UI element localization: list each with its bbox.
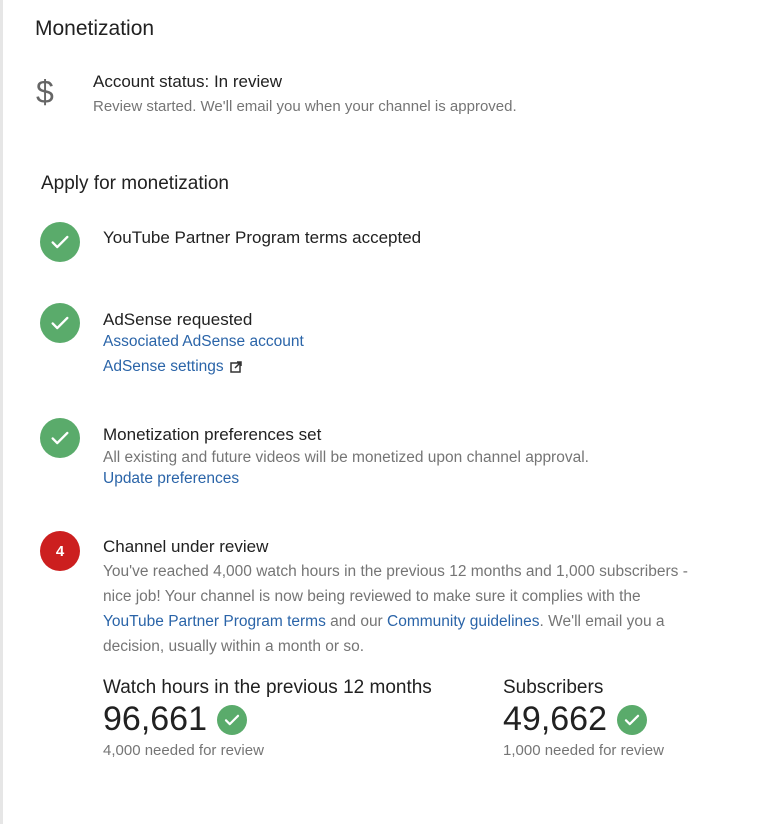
step-preferences-description: All existing and future videos will be m… — [103, 449, 589, 466]
partner-program-terms-link[interactable]: YouTube Partner Program terms — [103, 613, 326, 630]
step-preferences-title: Monetization preferences set — [103, 425, 322, 444]
check-icon — [617, 704, 647, 735]
community-guidelines-link[interactable]: Community guidelines — [387, 613, 540, 630]
adsense-settings-link[interactable]: AdSense settings — [103, 358, 242, 376]
adsense-settings-label: AdSense settings — [103, 358, 224, 375]
dollar-icon: $ — [36, 74, 54, 110]
watch-hours-value: 96,661 — [103, 700, 247, 739]
step-terms-title: YouTube Partner Program terms accepted — [103, 228, 422, 247]
subscribers-note: 1,000 needed for review — [503, 742, 664, 759]
associated-adsense-link[interactable]: Associated AdSense account — [103, 333, 304, 351]
check-icon — [217, 704, 247, 735]
update-preferences-link[interactable]: Update preferences — [103, 470, 239, 488]
account-status: Account status: In review — [93, 72, 282, 91]
step-number-badge: 4 — [40, 531, 80, 571]
page-title: Monetization — [35, 17, 155, 40]
watch-hours-note: 4,000 needed for review — [103, 742, 264, 759]
subscribers-number: 49,662 — [503, 700, 607, 738]
watch-hours-number: 96,661 — [103, 700, 207, 738]
left-border — [0, 0, 3, 824]
step-review-description: You've reached 4,000 watch hours in the … — [103, 563, 688, 655]
check-icon — [40, 222, 80, 262]
account-status-subtitle: Review started. We'll email you when you… — [93, 98, 517, 115]
step-adsense-title: AdSense requested — [103, 310, 253, 329]
external-link-icon — [229, 361, 242, 373]
check-icon — [40, 418, 80, 458]
watch-hours-label: Watch hours in the previous 12 months — [103, 677, 432, 698]
apply-section-title: Apply for monetization — [41, 173, 229, 194]
subscribers-label: Subscribers — [503, 677, 604, 698]
step-review-title: Channel under review — [103, 537, 269, 556]
check-icon — [40, 303, 80, 343]
subscribers-value: 49,662 — [503, 700, 647, 739]
